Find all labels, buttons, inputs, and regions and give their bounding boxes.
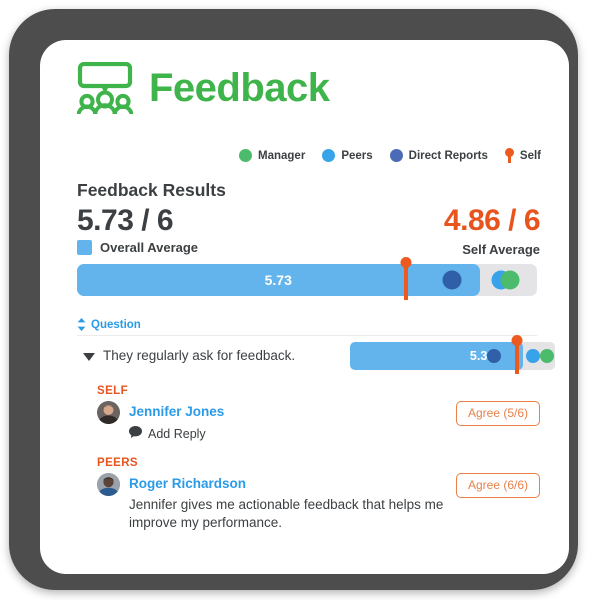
overall-score-bar-fill: 5.73 <box>77 264 480 296</box>
overall-score-bar-value: 5.73 <box>264 272 292 288</box>
badge-self-agree: Agree (5/6) <box>455 401 540 426</box>
legend-item-direct-reports: Direct Reports <box>389 149 488 162</box>
overall-average-legend: Overall Average <box>77 240 198 255</box>
feedback-group-speech-bubble-icon <box>77 62 133 114</box>
manager-dot-icon <box>239 149 253 162</box>
avatar-roger-richardson <box>97 473 120 496</box>
question-column-header[interactable]: Question <box>77 318 141 331</box>
add-reply-action[interactable]: Add Reply <box>129 425 206 443</box>
chart-legend: Manager Peers Direct Reports Self <box>239 148 541 163</box>
question-score-bar[interactable]: 5.36 <box>350 335 555 374</box>
divider <box>77 335 537 336</box>
comment-bubble-icon <box>129 425 142 443</box>
self-pin-icon <box>504 148 514 163</box>
legend-label-direct-reports: Direct Reports <box>408 149 488 162</box>
legend-label-manager: Manager <box>258 149 306 162</box>
legend-item-self: Self <box>504 148 541 163</box>
question-bar-direct-reports-dot[interactable] <box>486 349 501 363</box>
overall-average-swatch-icon <box>77 240 92 255</box>
overall-score-bar[interactable]: 5.73 <box>77 257 537 300</box>
self-score: 4.86 / 6 <box>443 204 541 237</box>
sort-updown-icon[interactable] <box>77 318 86 331</box>
peers-dot-icon <box>322 149 336 162</box>
feedback-card: Feedback Manager Peers Direct Reports Se… <box>40 40 569 574</box>
question-text: They regularly ask for feedback. <box>103 348 296 363</box>
self-average-label: Self Average <box>462 242 540 257</box>
respondent-comment: Jennifer gives me actionable feedback th… <box>129 497 444 530</box>
direct-reports-dot-icon <box>389 149 403 162</box>
legend-label-self: Self <box>519 149 541 162</box>
legend-item-manager: Manager <box>239 149 305 162</box>
add-reply-label: Add Reply <box>148 427 206 441</box>
main-bar-direct-reports-dot[interactable] <box>442 270 462 290</box>
app-header: Feedback <box>77 62 330 114</box>
overall-average-label: Overall Average <box>100 240 199 255</box>
question-row: They regularly ask for feedback. 5.36 <box>77 335 555 374</box>
respondent-name-jennifer-jones[interactable]: Jennifer Jones <box>129 404 224 419</box>
question-bar-peers-dot[interactable] <box>526 349 541 363</box>
question-column-label: Question <box>91 318 141 331</box>
legend-label-peers: Peers <box>341 149 373 162</box>
legend-item-peers: Peers <box>322 149 373 162</box>
page-title: Feedback <box>149 66 330 110</box>
main-bar-manager-dot[interactable] <box>500 270 520 290</box>
respondent-name-roger-richardson[interactable]: Roger Richardson <box>129 476 246 491</box>
badge-peers-agree: Agree (6/6) <box>455 473 540 498</box>
overall-score: 5.73 / 6 <box>77 204 174 237</box>
results-title: Feedback Results <box>77 180 226 200</box>
group-label-peers: PEERS <box>97 457 138 469</box>
avatar-jennifer-jones <box>97 401 120 424</box>
device-frame: Feedback Manager Peers Direct Reports Se… <box>9 9 578 590</box>
question-bar-manager-dot[interactable] <box>539 349 554 363</box>
caret-down-icon[interactable] <box>83 353 95 361</box>
group-label-self: SELF <box>97 385 128 397</box>
